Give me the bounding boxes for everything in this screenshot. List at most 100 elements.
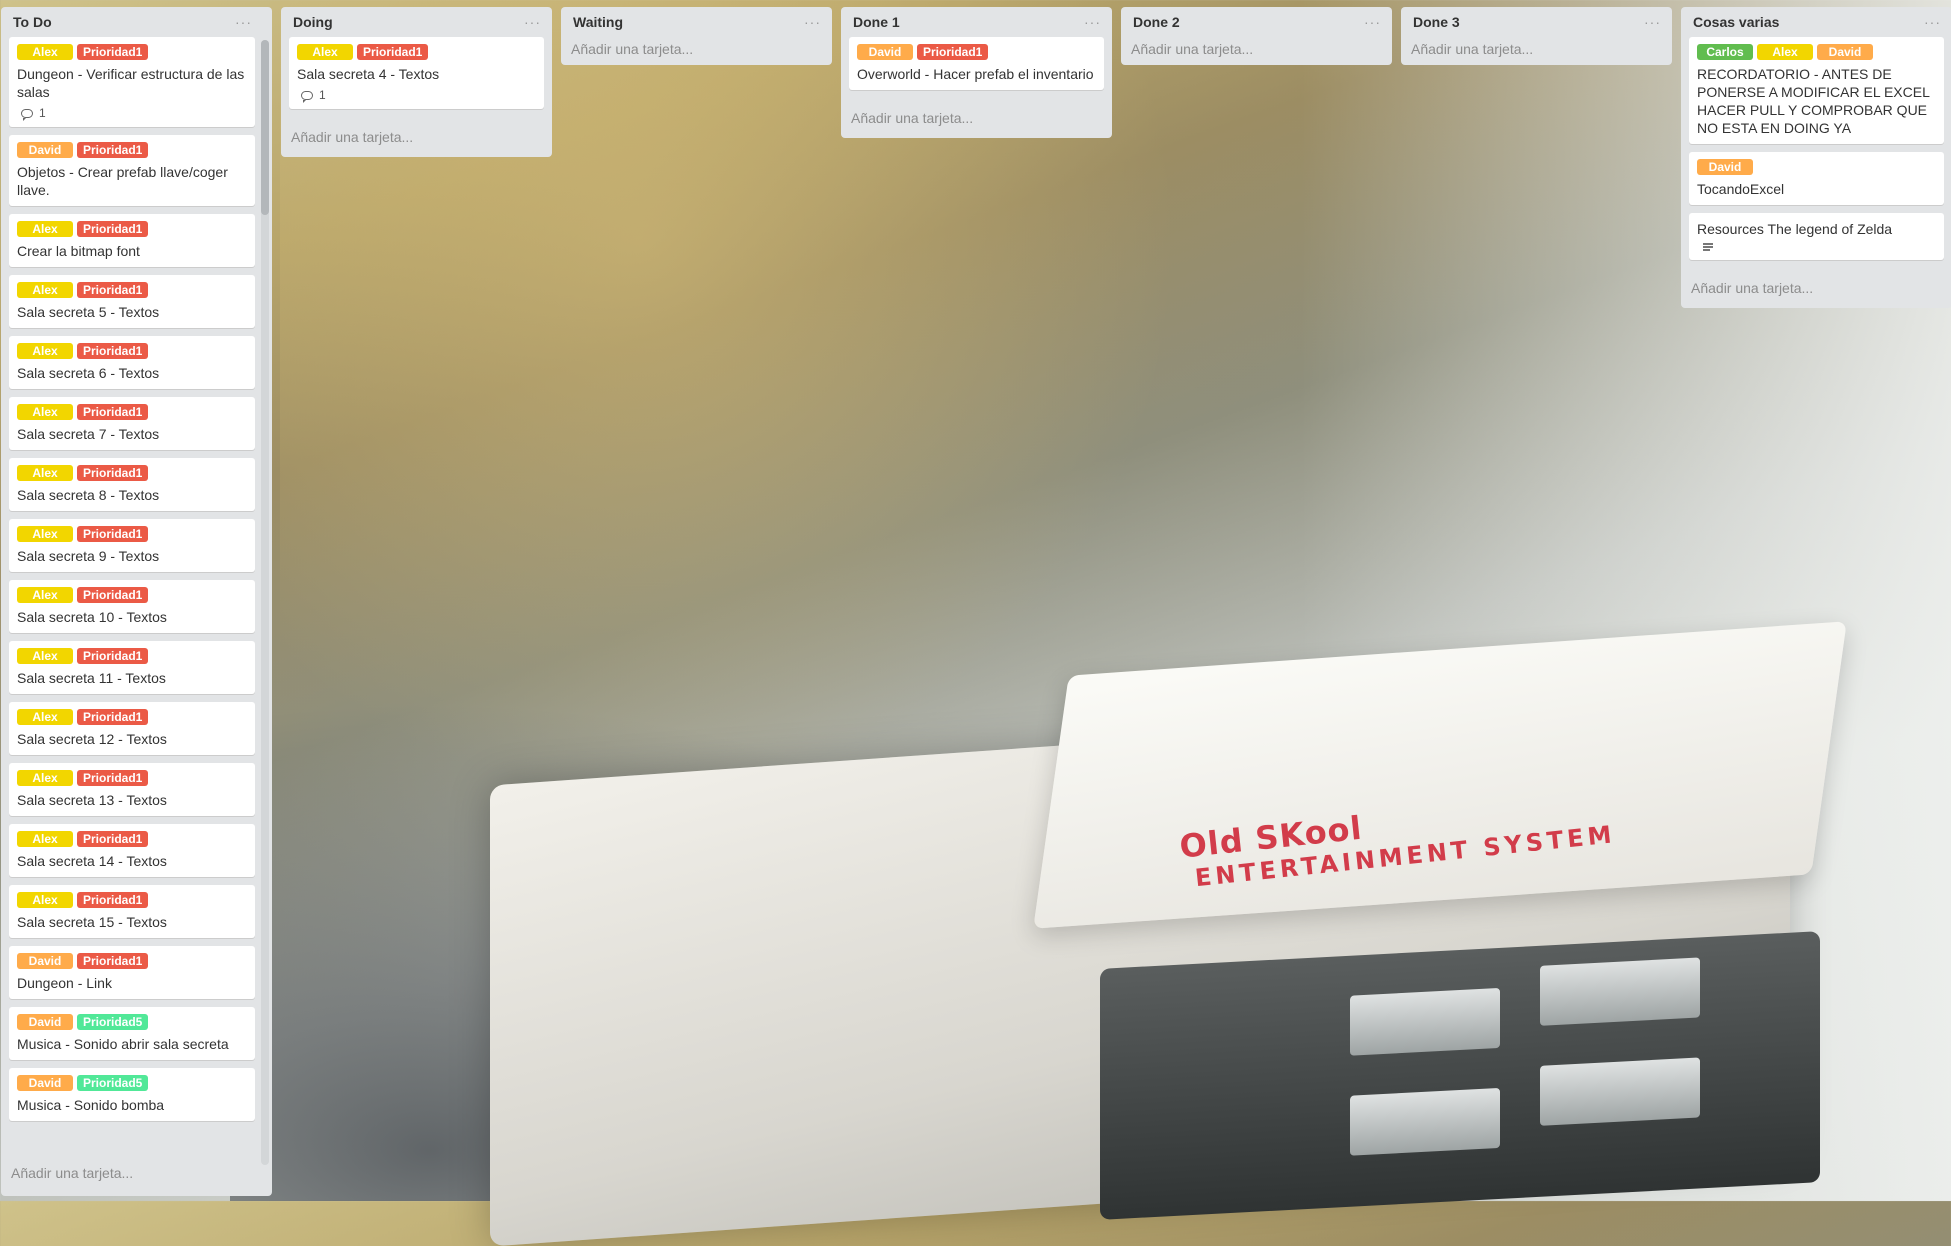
add-card-button[interactable]: Añadir una tarjeta... bbox=[1689, 268, 1944, 308]
card-title: Dungeon - Link bbox=[17, 975, 112, 991]
label-carlos: Carlos bbox=[1697, 44, 1753, 60]
card-labels: Alex Prioridad1 bbox=[17, 404, 247, 420]
label-alex: Alex bbox=[17, 221, 73, 237]
ellipsis-icon[interactable]: ··· bbox=[1924, 15, 1941, 29]
label-prioridad1: Prioridad1 bbox=[917, 44, 989, 60]
list-header: To Do ··· bbox=[9, 7, 255, 37]
label-alex: Alex bbox=[17, 282, 73, 298]
card-labels: Alex Prioridad1 bbox=[17, 526, 247, 542]
card[interactable]: Alex Prioridad1 Sala secreta 12 - Textos bbox=[9, 702, 255, 755]
list-title[interactable]: Waiting bbox=[573, 14, 623, 30]
list-5: Done 2 ··· Añadir una tarjeta... bbox=[1121, 7, 1392, 65]
card-title: Sala secreta 9 - Textos bbox=[17, 548, 160, 564]
card[interactable]: Alex Prioridad1 Dungeon - Verificar estruc… bbox=[9, 37, 255, 127]
card-labels: Carlos Alex David bbox=[1697, 44, 1936, 60]
add-card-button[interactable]: Añadir una tarjeta... bbox=[569, 33, 824, 65]
label-alex: Alex bbox=[17, 587, 73, 603]
label-prioridad1: Prioridad1 bbox=[77, 404, 149, 420]
label-prioridad1: Prioridad1 bbox=[77, 709, 149, 725]
list-title[interactable]: Done 2 bbox=[1133, 14, 1180, 30]
card[interactable]: David Prioridad1 Objetos - Crear prefab ll… bbox=[9, 135, 255, 206]
card[interactable]: Alex Prioridad1 Sala secreta 13 - Textos bbox=[9, 763, 255, 816]
card-title: Sala secreta 10 - Textos bbox=[17, 609, 167, 625]
card-labels: Alex Prioridad1 bbox=[17, 465, 247, 481]
label-alex: Alex bbox=[17, 648, 73, 664]
card-list: David Prioridad1 Overworld - Hacer prefab … bbox=[849, 37, 1104, 98]
card-labels: Alex Prioridad1 bbox=[17, 709, 247, 725]
label-prioridad1: Prioridad1 bbox=[77, 648, 149, 664]
card[interactable]: Alex Prioridad1 Sala secreta 5 - Textos bbox=[9, 275, 255, 328]
card[interactable]: Alex Prioridad1 Sala secreta 7 - Textos bbox=[9, 397, 255, 450]
card-title: Sala secreta 6 - Textos bbox=[17, 365, 160, 381]
card-labels: Alex Prioridad1 bbox=[17, 343, 247, 359]
description-icon bbox=[1703, 243, 1715, 253]
list-title[interactable]: Done 3 bbox=[1413, 14, 1460, 30]
board-background: Old SKool ENTERTAINMENT SYSTEM bbox=[0, 0, 1951, 1246]
card[interactable]: Alex Prioridad1 Crear la bitmap font bbox=[9, 214, 255, 267]
ellipsis-icon[interactable]: ··· bbox=[1084, 15, 1101, 29]
label-prioridad1: Prioridad1 bbox=[357, 44, 429, 60]
ellipsis-icon[interactable]: ··· bbox=[235, 15, 252, 29]
card[interactable]: David Prioridad1 Overworld - Hacer prefab … bbox=[849, 37, 1104, 90]
list-title[interactable]: To Do bbox=[13, 14, 52, 30]
label-alex: Alex bbox=[17, 465, 73, 481]
label-prioridad1: Prioridad1 bbox=[77, 526, 149, 542]
list-6: Done 3 ··· Añadir una tarjeta... bbox=[1401, 7, 1672, 65]
card[interactable]: Alex Prioridad1 Sala secreta 11 - Textos bbox=[9, 641, 255, 694]
card-list: Alex Prioridad1 Dungeon - Verificar estruc… bbox=[9, 37, 255, 1153]
label-david: David bbox=[17, 1014, 73, 1030]
card-title: Sala secreta 11 - Textos bbox=[17, 670, 166, 686]
list-title[interactable]: Done 1 bbox=[853, 14, 900, 30]
card-title: Sala secreta 5 - Textos bbox=[17, 304, 160, 320]
add-card-button[interactable]: Añadir una tarjeta... bbox=[9, 1153, 255, 1193]
label-prioridad1: Prioridad1 bbox=[77, 221, 149, 237]
scrollbar-thumb[interactable] bbox=[261, 40, 269, 215]
card[interactable]: Alex Prioridad1 Sala secreta 4 - Textos 1 bbox=[289, 37, 544, 109]
add-card-button[interactable]: Añadir una tarjeta... bbox=[1409, 33, 1664, 65]
card[interactable]: Resources The legend of Zelda bbox=[1689, 213, 1944, 260]
card[interactable]: Alex Prioridad1 Sala secreta 9 - Textos bbox=[9, 519, 255, 572]
console-image bbox=[490, 694, 1790, 1246]
add-card-button[interactable]: Añadir una tarjeta... bbox=[289, 117, 544, 157]
label-prioridad1: Prioridad1 bbox=[77, 892, 149, 908]
card-labels: David Prioridad1 bbox=[17, 953, 247, 969]
card-title: Sala secreta 4 - Textos bbox=[297, 66, 440, 82]
comment-icon bbox=[301, 90, 313, 103]
add-card-button[interactable]: Añadir una tarjeta... bbox=[1129, 33, 1384, 65]
card[interactable]: David TocandoExcel bbox=[1689, 152, 1944, 205]
card[interactable]: David Prioridad5 Musica - Sonido bomba bbox=[9, 1068, 255, 1121]
ellipsis-icon[interactable]: ··· bbox=[524, 15, 541, 29]
label-david: David bbox=[1817, 44, 1873, 60]
label-prioridad5: Prioridad5 bbox=[77, 1075, 149, 1091]
card-title: Crear la bitmap font bbox=[17, 243, 140, 259]
label-prioridad1: Prioridad1 bbox=[77, 44, 149, 60]
list-title[interactable]: Doing bbox=[293, 14, 333, 30]
ellipsis-icon[interactable]: ··· bbox=[804, 15, 821, 29]
scrollbar[interactable] bbox=[261, 40, 269, 1165]
card[interactable]: Alex Prioridad1 Sala secreta 8 - Textos bbox=[9, 458, 255, 511]
label-prioridad1: Prioridad1 bbox=[77, 770, 149, 786]
ellipsis-icon[interactable]: ··· bbox=[1644, 15, 1661, 29]
label-alex: Alex bbox=[17, 526, 73, 542]
label-alex: Alex bbox=[17, 709, 73, 725]
card[interactable]: Carlos Alex David RECORDATORIO - ANTES DE P… bbox=[1689, 37, 1944, 144]
card[interactable]: Alex Prioridad1 Sala secreta 14 - Textos bbox=[9, 824, 255, 877]
card[interactable]: Alex Prioridad1 Sala secreta 10 - Textos bbox=[9, 580, 255, 633]
console-ports-image bbox=[1100, 931, 1820, 1220]
label-alex: Alex bbox=[17, 343, 73, 359]
card-labels: David Prioridad1 bbox=[17, 142, 247, 158]
card[interactable]: David Prioridad1 Dungeon - Link bbox=[9, 946, 255, 999]
card-badges: 1 bbox=[17, 106, 247, 121]
label-david: David bbox=[17, 1075, 73, 1091]
label-prioridad5: Prioridad5 bbox=[77, 1014, 149, 1030]
card-labels: David bbox=[1697, 159, 1936, 175]
card[interactable]: David Prioridad5 Musica - Sonido abrir sal… bbox=[9, 1007, 255, 1060]
list-header: Doing ··· bbox=[289, 7, 544, 37]
card-title: RECORDATORIO - ANTES DE PONERSE A MODIFI… bbox=[1697, 66, 1930, 136]
card[interactable]: Alex Prioridad1 Sala secreta 15 - Textos bbox=[9, 885, 255, 938]
add-card-button[interactable]: Añadir una tarjeta... bbox=[849, 98, 1104, 138]
card-list: Carlos Alex David RECORDATORIO - ANTES DE P… bbox=[1689, 37, 1944, 268]
list-title[interactable]: Cosas varias bbox=[1693, 14, 1779, 30]
card[interactable]: Alex Prioridad1 Sala secreta 6 - Textos bbox=[9, 336, 255, 389]
ellipsis-icon[interactable]: ··· bbox=[1364, 15, 1381, 29]
